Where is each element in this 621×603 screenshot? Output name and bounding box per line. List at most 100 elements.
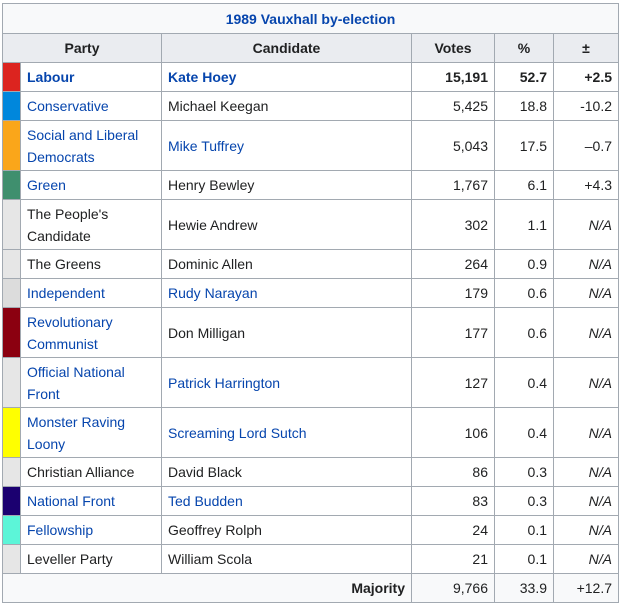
table-row: Monster Raving Loony Screaming Lord Sutch…	[2, 407, 620, 458]
majority-percent: 33.9	[494, 573, 554, 603]
candidate-name[interactable]: Rudy Narayan	[161, 278, 412, 308]
party-name: Christian Alliance	[20, 457, 162, 487]
party-color-swatch	[2, 199, 21, 250]
candidate-name: Geoffrey Rolph	[161, 515, 412, 545]
candidate-name: Dominic Allen	[161, 249, 412, 279]
percent-value: 0.9	[494, 249, 554, 279]
header-party[interactable]: Party	[2, 33, 162, 63]
percent-value: 0.3	[494, 486, 554, 516]
percent-value: 0.6	[494, 278, 554, 308]
party-name[interactable]: Labour	[20, 62, 162, 92]
change-value: –0.7	[552, 120, 620, 171]
party-color-swatch	[2, 357, 21, 408]
party-color-swatch	[2, 515, 21, 545]
votes-value: 127	[411, 357, 495, 408]
majority-row: Majority 9,766 33.9 +12.7	[2, 573, 620, 603]
change-value: +4.3	[552, 170, 620, 200]
candidate-name[interactable]: Screaming Lord Sutch	[161, 407, 412, 458]
change-value: +2.5	[552, 62, 620, 92]
majority-votes: 9,766	[411, 573, 495, 603]
table-row: National Front Ted Budden 83 0.3 N/A	[2, 486, 620, 516]
table-row: Revolutionary Communist Don Milligan 177 0.…	[2, 307, 620, 358]
percent-value: 0.1	[494, 515, 554, 545]
table-row: Fellowship Geoffrey Rolph 24 0.1 N/A	[2, 515, 620, 545]
party-color-swatch	[2, 486, 21, 516]
table-row: Green Henry Bewley 1,767 6.1 +4.3	[2, 170, 620, 200]
header-percent[interactable]: %	[494, 33, 554, 63]
party-color-swatch	[2, 91, 21, 121]
change-value: N/A	[552, 407, 620, 458]
change-value: N/A	[552, 199, 620, 250]
change-value: -10.2	[552, 91, 620, 121]
percent-value: 0.1	[494, 544, 554, 574]
change-value: N/A	[552, 544, 620, 574]
table-row: Social and Liberal Democrats Mike Tuffrey…	[2, 120, 620, 171]
table-row: Independent Rudy Narayan 179 0.6 N/A	[2, 278, 620, 308]
party-name[interactable]: Revolutionary Communist	[20, 307, 162, 358]
table-row: Conservative Michael Keegan 5,425 18.8 -10.2	[2, 91, 620, 121]
table-row: Official National Front Patrick Harringto…	[2, 357, 620, 408]
candidate-name: Don Milligan	[161, 307, 412, 358]
table-row: Labour Kate Hoey 15,191 52.7 +2.5	[2, 62, 620, 92]
votes-value: 179	[411, 278, 495, 308]
votes-value: 177	[411, 307, 495, 358]
percent-value: 52.7	[494, 62, 554, 92]
candidate-name[interactable]: Mike Tuffrey	[161, 120, 412, 171]
percent-value: 0.3	[494, 457, 554, 487]
percent-value: 1.1	[494, 199, 554, 250]
majority-change: +12.7	[552, 573, 620, 603]
party-color-swatch	[2, 407, 21, 458]
table-row: The Greens Dominic Allen 264 0.9 N/A	[2, 249, 620, 279]
candidate-name: Henry Bewley	[161, 170, 412, 200]
party-name[interactable]: Monster Raving Loony	[20, 407, 162, 458]
party-name[interactable]: Social and Liberal Democrats	[20, 120, 162, 171]
change-value: N/A	[552, 249, 620, 279]
candidate-name[interactable]: Patrick Harrington	[161, 357, 412, 408]
election-results-table: 1989 Vauxhall by-election Party Candidat…	[1, 3, 620, 603]
party-name: The Greens	[20, 249, 162, 279]
percent-value: 0.4	[494, 407, 554, 458]
votes-value: 302	[411, 199, 495, 250]
party-name[interactable]: Official National Front	[20, 357, 162, 408]
party-name[interactable]: Conservative	[20, 91, 162, 121]
change-value: N/A	[552, 486, 620, 516]
percent-value: 6.1	[494, 170, 554, 200]
party-color-swatch	[2, 62, 21, 92]
candidate-name[interactable]: Kate Hoey	[161, 62, 412, 92]
candidate-name: David Black	[161, 457, 412, 487]
candidate-name: Michael Keegan	[161, 91, 412, 121]
votes-value: 5,043	[411, 120, 495, 171]
party-name: Leveller Party	[20, 544, 162, 574]
votes-value: 106	[411, 407, 495, 458]
candidate-name: Hewie Andrew	[161, 199, 412, 250]
change-value: N/A	[552, 357, 620, 408]
party-color-swatch	[2, 170, 21, 200]
votes-value: 1,767	[411, 170, 495, 200]
percent-value: 0.4	[494, 357, 554, 408]
change-value: N/A	[552, 307, 620, 358]
change-value: N/A	[552, 515, 620, 545]
votes-value: 86	[411, 457, 495, 487]
header-change[interactable]: ±	[552, 33, 620, 63]
change-value: N/A	[552, 278, 620, 308]
party-color-swatch	[2, 544, 21, 574]
votes-value: 21	[411, 544, 495, 574]
party-color-swatch	[2, 249, 21, 279]
table-row: The People's Candidate Hewie Andrew 302 1.1…	[2, 199, 620, 250]
table-row: Christian Alliance David Black 86 0.3 N/A	[2, 457, 620, 487]
party-name[interactable]: Fellowship	[20, 515, 162, 545]
votes-value: 264	[411, 249, 495, 279]
party-name[interactable]: National Front	[20, 486, 162, 516]
party-name[interactable]: Green	[20, 170, 162, 200]
candidate-name[interactable]: Ted Budden	[161, 486, 412, 516]
table-title[interactable]: 1989 Vauxhall by-election	[1, 3, 620, 34]
header-candidate[interactable]: Candidate	[161, 33, 412, 63]
party-name[interactable]: Independent	[20, 278, 162, 308]
majority-label: Majority	[2, 573, 412, 603]
candidate-name: William Scola	[161, 544, 412, 574]
table-row: Leveller Party William Scola 21 0.1 N/A	[2, 544, 620, 574]
votes-value: 83	[411, 486, 495, 516]
change-value: N/A	[552, 457, 620, 487]
header-votes[interactable]: Votes	[411, 33, 495, 63]
percent-value: 17.5	[494, 120, 554, 171]
